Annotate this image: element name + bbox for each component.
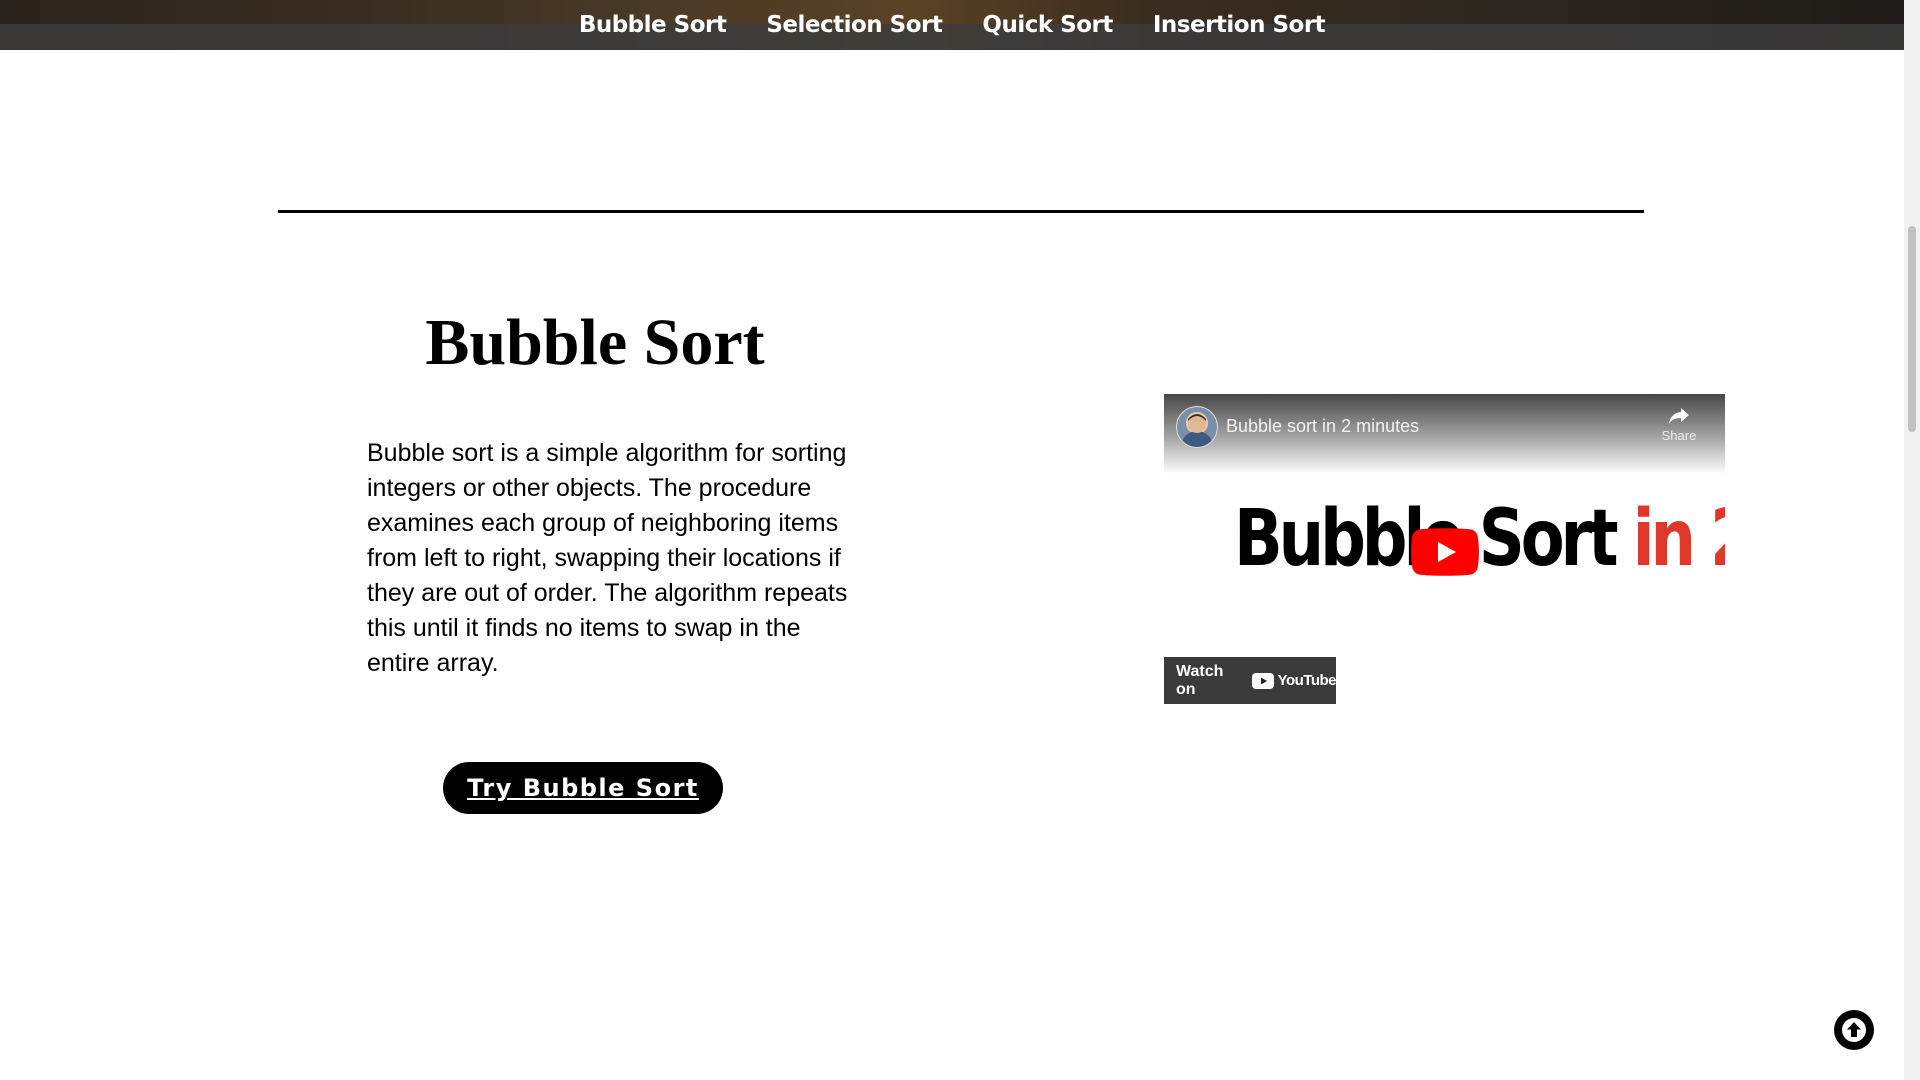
- page-title: Bubble Sort: [425, 306, 765, 379]
- try-bubble-sort-button[interactable]: Try Bubble Sort: [443, 762, 723, 814]
- share-icon: [1669, 408, 1689, 424]
- video-title[interactable]: Bubble sort in 2 minutes: [1226, 416, 1419, 437]
- watch-on-label: Watch on: [1176, 662, 1224, 698]
- scrollbar-thumb[interactable]: [1908, 226, 1916, 432]
- scrollbar[interactable]: [1904, 0, 1920, 1080]
- youtube-embed[interactable]: Bubble Sort in 2 Bubble sort in 2 minute…: [1164, 394, 1725, 709]
- youtube-wordmark: YouTube: [1277, 672, 1337, 689]
- nav-links: Bubble Sort Selection Sort Quick Sort In…: [0, 0, 1904, 50]
- share-button[interactable]: Share: [1659, 406, 1699, 443]
- youtube-logo: YouTube: [1251, 672, 1337, 689]
- channel-avatar[interactable]: [1176, 406, 1218, 448]
- page: Bubble Sort Selection Sort Quick Sort In…: [0, 0, 1920, 1080]
- play-icon[interactable]: [1411, 528, 1479, 576]
- thumbnail-title: Bubble Sort in 2: [1234, 494, 1725, 584]
- algorithm-description: Bubble sort is a simple algorithm for so…: [367, 439, 848, 677]
- nav-link-insertion-sort[interactable]: Insertion Sort: [1153, 12, 1326, 38]
- nav-link-selection-sort[interactable]: Selection Sort: [766, 12, 943, 38]
- watch-on-youtube-button[interactable]: Watch on YouTube: [1164, 657, 1337, 704]
- share-label: Share: [1661, 428, 1697, 443]
- back-to-top-button[interactable]: [1834, 1010, 1874, 1050]
- nav-link-bubble-sort[interactable]: Bubble Sort: [579, 12, 727, 38]
- top-nav: Bubble Sort Selection Sort Quick Sort In…: [0, 0, 1904, 50]
- nav-link-quick-sort[interactable]: Quick Sort: [982, 12, 1113, 38]
- arrow-up-icon: [1842, 1018, 1866, 1042]
- section-divider: [278, 210, 1644, 213]
- thumbnail-text-accent: in 2: [1632, 494, 1725, 584]
- youtube-icon: [1251, 672, 1274, 689]
